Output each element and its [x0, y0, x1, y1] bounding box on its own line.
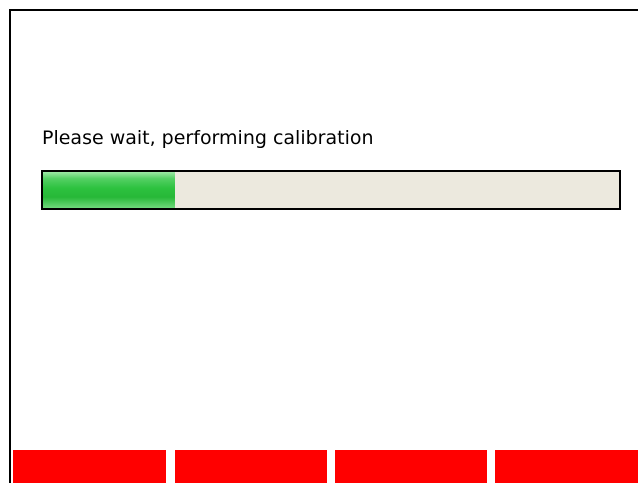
- calibration-screen: Please wait, performing calibration: [0, 0, 638, 483]
- softkey-3[interactable]: [335, 450, 487, 483]
- calibration-status-message: Please wait, performing calibration: [42, 127, 374, 149]
- screen-frame-left: [9, 9, 11, 483]
- screen-frame-top: [9, 9, 638, 11]
- softkey-bar: [13, 450, 638, 483]
- softkey-2[interactable]: [175, 450, 327, 483]
- calibration-progress-bar: [41, 170, 621, 210]
- softkey-1[interactable]: [13, 450, 166, 483]
- calibration-progress-fill: [43, 172, 176, 208]
- softkey-4[interactable]: [495, 450, 638, 483]
